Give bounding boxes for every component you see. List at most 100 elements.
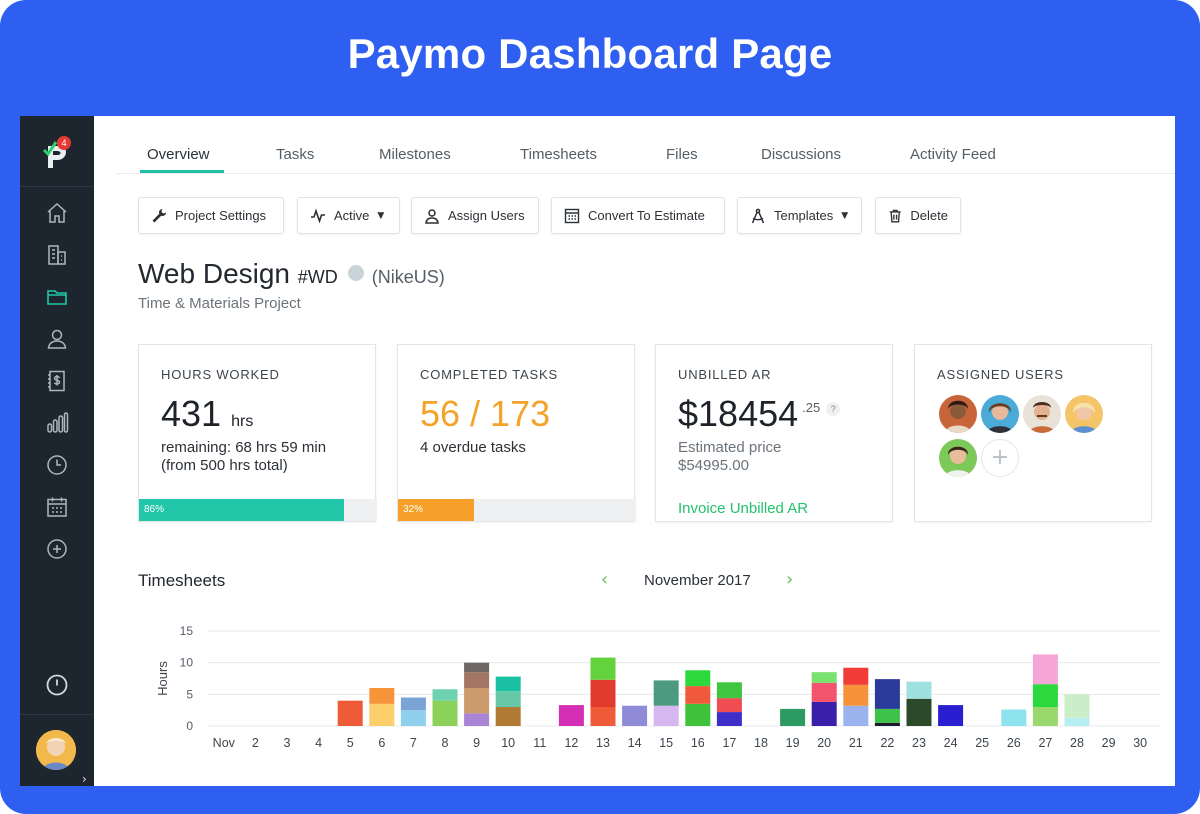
chevron-down-icon: ▼ — [841, 210, 849, 221]
overdue-tasks[interactable]: 4 overdue tasks — [420, 439, 526, 456]
activity-icon — [311, 208, 325, 223]
status-label: Active — [334, 208, 370, 223]
reports-icon[interactable] — [45, 411, 69, 435]
projects-icon[interactable] — [45, 285, 69, 309]
sidebar-gutter — [94, 116, 116, 786]
sidebar: 4 › — [20, 116, 94, 786]
bar-segment — [906, 698, 932, 726]
current-user-avatar[interactable] — [36, 730, 76, 770]
next-month-button[interactable]: › — [786, 569, 793, 590]
estimated-price-value: $54995.00 — [678, 457, 749, 474]
tab-discussions[interactable]: Discussions — [761, 146, 841, 163]
calendar-icon[interactable] — [45, 495, 69, 519]
trash-icon — [889, 209, 901, 223]
completed-tasks-value: 56 / 173 — [420, 393, 551, 434]
user-avatar[interactable] — [1023, 395, 1061, 433]
assigned-users-card: ASSIGNED USERS + — [914, 344, 1152, 522]
bar-segment — [716, 698, 742, 713]
power-icon[interactable] — [45, 673, 69, 697]
x-tick-label: 14 — [628, 736, 642, 750]
bar-segment — [1001, 709, 1027, 726]
banner-title: Paymo Dashboard Page — [347, 30, 833, 77]
tab-milestones[interactable]: Milestones — [379, 146, 451, 163]
hours-total: (from 500 hrs total) — [161, 457, 288, 474]
status-dropdown[interactable]: Active ▼ — [297, 197, 400, 234]
hours-worked-card: HOURS WORKED 431 hrs remaining: 68 hrs 5… — [138, 344, 377, 522]
hours-progress-bar: 86% — [139, 499, 377, 521]
delete-button[interactable]: Delete — [875, 197, 961, 234]
y-tick-label: 15 — [180, 624, 194, 638]
project-code: #WD — [297, 267, 338, 287]
bar-segment — [653, 705, 679, 726]
wrench-icon — [152, 208, 166, 222]
bar-segment — [685, 703, 711, 726]
bar-segment — [495, 676, 521, 692]
x-tick-label: 28 — [1070, 736, 1084, 750]
tab-activity-feed[interactable]: Activity Feed — [910, 146, 996, 163]
bar-segment — [495, 707, 521, 726]
x-tick-label: 29 — [1102, 736, 1116, 750]
bar-segment — [716, 712, 742, 726]
time-icon[interactable] — [45, 453, 69, 477]
project-settings-button[interactable]: Project Settings — [138, 197, 284, 234]
previous-month-button[interactable]: ‹ — [601, 569, 608, 590]
bar-segment — [400, 697, 426, 711]
bar-segment — [1032, 684, 1058, 707]
hours-worked-value: 431 hrs — [161, 393, 254, 434]
x-tick-label: 11 — [533, 736, 546, 750]
app-window: 4 › Overview Tasks Milestones Timesheets… — [20, 116, 1175, 786]
user-avatar[interactable] — [981, 395, 1019, 433]
x-tick-label: 18 — [754, 736, 768, 750]
add-user-button[interactable]: + — [981, 439, 1019, 477]
bar-segment — [1064, 717, 1090, 726]
invoices-icon[interactable] — [45, 369, 69, 393]
bar-segment — [811, 682, 837, 702]
assign-users-button[interactable]: Assign Users — [411, 197, 539, 234]
clients-icon[interactable] — [45, 243, 69, 267]
hours-remaining: remaining: 68 hrs 59 min — [161, 439, 327, 456]
x-tick-label: 16 — [691, 736, 705, 750]
unbilled-ar-card: UNBILLED AR $18454.25? Estimated price $… — [655, 344, 893, 522]
expand-sidebar-icon[interactable]: › — [82, 772, 87, 786]
invoice-unbilled-link[interactable]: Invoice Unbilled AR — [678, 500, 808, 517]
card-label: ASSIGNED USERS — [937, 367, 1064, 382]
x-tick-label: 15 — [659, 736, 673, 750]
active-tab-indicator — [140, 170, 224, 173]
bar-segment — [780, 708, 806, 726]
bar-segment — [464, 713, 490, 726]
add-icon[interactable] — [45, 537, 69, 561]
tab-tasks[interactable]: Tasks — [276, 146, 314, 163]
x-tick-label: 25 — [975, 736, 989, 750]
bar-segment — [590, 707, 616, 726]
templates-dropdown[interactable]: Templates ▼ — [737, 197, 862, 234]
sidebar-divider — [20, 714, 94, 715]
bar-segment — [432, 700, 458, 726]
tab-files[interactable]: Files — [666, 146, 698, 163]
x-tick-label: 12 — [564, 736, 578, 750]
notification-badge[interactable]: 4 — [57, 136, 71, 150]
user-avatar[interactable] — [1065, 395, 1103, 433]
bar-segment — [874, 679, 900, 709]
x-tick-label: 2 — [252, 736, 259, 750]
x-tick-label: 23 — [912, 736, 926, 750]
sidebar-divider — [20, 186, 94, 187]
bar-segment — [464, 662, 490, 673]
users-icon[interactable] — [45, 327, 69, 351]
bar-segment — [938, 705, 964, 726]
tab-timesheets[interactable]: Timesheets — [520, 146, 597, 163]
x-tick-label: 26 — [1007, 736, 1021, 750]
bar-segment — [590, 679, 616, 707]
card-label: COMPLETED TASKS — [420, 367, 558, 382]
convert-to-estimate-button[interactable]: Convert To Estimate — [551, 197, 725, 234]
project-title: Web Design #WD (NikeUS) — [138, 258, 445, 290]
user-avatar[interactable] — [939, 395, 977, 433]
help-icon[interactable]: ? — [826, 402, 841, 416]
convert-to-estimate-label: Convert To Estimate — [588, 208, 705, 223]
user-avatar[interactable] — [939, 439, 977, 477]
page-frame: Paymo Dashboard Page 4 › Overview Tasks … — [0, 0, 1200, 814]
home-icon[interactable] — [45, 201, 69, 225]
project-client[interactable]: (NikeUS) — [372, 267, 445, 287]
chevron-down-icon: ▼ — [377, 210, 385, 221]
tab-overview[interactable]: Overview — [147, 146, 210, 163]
bar-segment — [653, 680, 679, 706]
